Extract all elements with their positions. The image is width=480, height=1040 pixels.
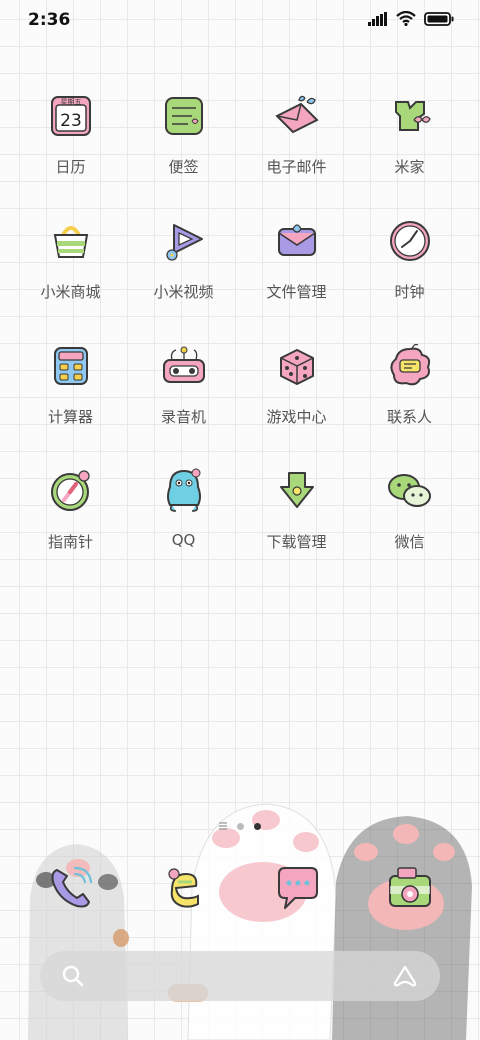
signal-icon — [368, 11, 387, 26]
app-compass[interactable]: 指南针 — [14, 467, 127, 592]
app-label: 下载管理 — [266, 533, 327, 551]
clock-icon — [386, 217, 434, 265]
search-bar[interactable] — [40, 951, 440, 1001]
app-label: 时钟 — [394, 283, 425, 301]
app-file-manager[interactable]: 文件管理 — [240, 217, 353, 342]
browser-icon — [158, 862, 210, 914]
app-qq[interactable]: QQ — [127, 467, 240, 592]
notes-icon — [160, 92, 208, 140]
dock-browser[interactable] — [127, 862, 240, 914]
status-bar: 2:36 — [0, 0, 480, 42]
app-label: 电子邮件 — [266, 158, 327, 176]
app-label: 日历 — [55, 158, 86, 176]
wifi-icon — [396, 11, 416, 26]
app-contacts[interactable]: 联系人 — [353, 342, 466, 467]
middle-paw-decoration — [168, 803, 337, 1040]
page-dot-active[interactable] — [254, 822, 261, 830]
recorder-icon — [160, 342, 208, 390]
battery-icon — [424, 11, 454, 26]
app-mijia[interactable]: 米家 — [353, 92, 466, 217]
app-label: 小米商城 — [40, 283, 101, 301]
compass-icon — [47, 467, 95, 515]
calendar-day: 23 — [60, 111, 82, 131]
wechat-icon — [386, 467, 434, 515]
mi-video-icon — [160, 217, 208, 265]
qq-icon — [160, 467, 208, 515]
app-label: 录音机 — [160, 408, 206, 426]
app-download-manager[interactable]: 下载管理 — [240, 467, 353, 592]
dock-phone[interactable] — [14, 862, 127, 914]
right-paw-decoration — [332, 816, 472, 1040]
calculator-icon — [47, 342, 95, 390]
calendar-icon: 星期五 23 — [47, 92, 95, 140]
app-label: 小米视频 — [153, 283, 214, 301]
app-notes[interactable]: 便签 — [127, 92, 240, 217]
calendar-weekday: 星期五 — [60, 98, 81, 106]
file-manager-icon — [273, 217, 321, 265]
search-icon — [62, 965, 84, 987]
app-mi-store[interactable]: 小米商城 — [14, 217, 127, 342]
download-manager-icon — [273, 467, 321, 515]
app-label: 微信 — [394, 533, 425, 551]
contacts-icon — [386, 342, 434, 390]
app-calendar[interactable]: 星期五 23 日历 — [14, 92, 127, 217]
status-time: 2:36 — [28, 10, 71, 30]
app-calculator[interactable]: 计算器 — [14, 342, 127, 467]
page-indicator[interactable] — [0, 822, 480, 830]
app-label: 指南针 — [47, 533, 93, 551]
app-recorder[interactable]: 录音机 — [127, 342, 240, 467]
app-grid: 星期五 23 日历 便签 电子邮件 米家 小米商城 小米视频 文件管理 时钟 计… — [14, 92, 466, 592]
app-label: 便签 — [168, 158, 199, 176]
page-dot[interactable] — [237, 822, 244, 830]
app-label: 游戏中心 — [266, 408, 327, 426]
email-icon — [273, 92, 321, 140]
assistant-icon[interactable] — [392, 965, 418, 987]
app-label: 计算器 — [47, 408, 93, 426]
dock — [14, 862, 466, 914]
dock-camera[interactable] — [353, 862, 466, 914]
status-icons — [368, 11, 454, 26]
app-clock[interactable]: 时钟 — [353, 217, 466, 342]
app-email[interactable]: 电子邮件 — [240, 92, 353, 217]
app-game-center[interactable]: 游戏中心 — [240, 342, 353, 467]
app-label: QQ — [171, 531, 196, 549]
mi-store-icon — [47, 217, 95, 265]
app-label: 米家 — [394, 158, 425, 176]
app-label: 文件管理 — [266, 283, 327, 301]
page-indicator-list-icon — [219, 822, 227, 830]
game-center-icon — [273, 342, 321, 390]
dock-messages[interactable] — [240, 862, 353, 914]
app-wechat[interactable]: 微信 — [353, 467, 466, 592]
mijia-icon — [386, 92, 434, 140]
app-mi-video[interactable]: 小米视频 — [127, 217, 240, 342]
phone-icon — [45, 862, 97, 914]
messages-icon — [271, 862, 323, 914]
camera-icon — [384, 862, 436, 914]
app-label: 联系人 — [386, 408, 432, 426]
